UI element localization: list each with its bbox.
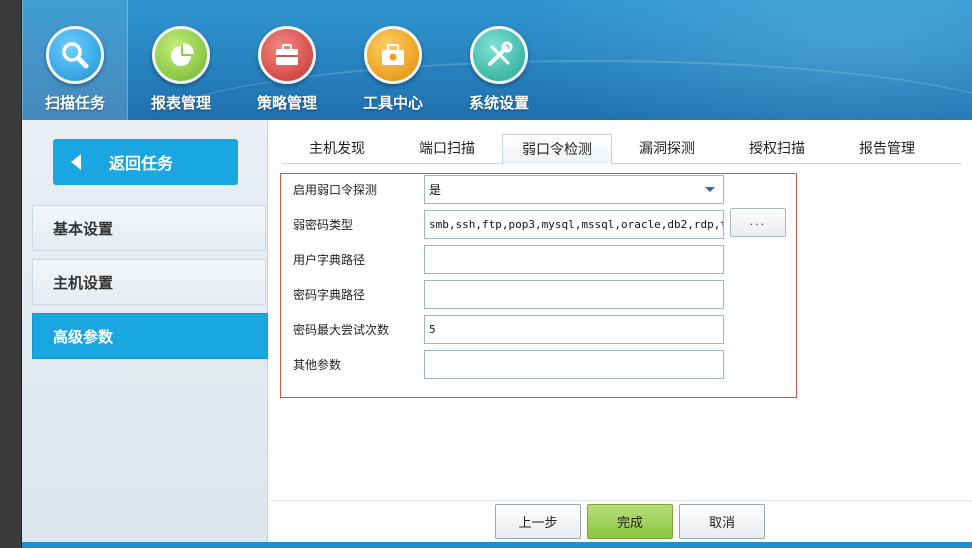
nav-item-policy[interactable]: 策略管理 (234, 0, 340, 120)
other-params-input[interactable] (424, 349, 724, 379)
user-dict-input[interactable] (424, 244, 724, 274)
search-icon (46, 26, 104, 84)
enable-value: 是 (429, 182, 442, 197)
sidebar-item-host-settings[interactable]: 主机设置 (32, 259, 266, 305)
form-row: 弱密码类型 smb,ssh,ftp,pop3,mysql,mssql,oracl… (293, 209, 724, 239)
weak-password-panel: 启用弱口令探测 是 弱密码类型 smb,ssh,ftp,pop3,mysql,m… (280, 173, 797, 398)
sidebar-item-basic-settings[interactable]: 基本设置 (32, 205, 266, 251)
sidebar-item-advanced-params[interactable]: 高级参数 (32, 313, 281, 359)
nav-item-report[interactable]: 报表管理 (128, 0, 234, 120)
top-header: 扫描任务 报表管理 策略管理 工具中心 系统设置 (22, 0, 972, 120)
tab-port-scan[interactable]: 端口扫描 (392, 134, 502, 164)
toolbox-icon (364, 26, 422, 84)
tab-bar: 主机发现 端口扫描 弱口令检测 漏洞探测 授权扫描 报告管理 (282, 134, 962, 165)
nav-item-scan-task[interactable]: 扫描任务 (22, 0, 128, 120)
tools-icon (470, 26, 528, 84)
chevron-down-icon (705, 186, 715, 192)
enable-label: 启用弱口令探测 (293, 182, 378, 197)
nav-item-tools[interactable]: 工具中心 (340, 0, 446, 120)
enable-select[interactable]: 是 (424, 174, 724, 204)
tab-vuln-probe[interactable]: 漏洞探测 (612, 134, 722, 164)
nav-item-settings[interactable]: 系统设置 (446, 0, 552, 120)
user-dict-label: 用户字典路径 (293, 252, 366, 267)
nav-label: 扫描任务 (44, 94, 105, 112)
sidebar-item-label: 基本设置 (53, 219, 114, 238)
back-button-label: 返回任务 (109, 154, 174, 173)
prev-step-button[interactable]: 上一步 (495, 504, 581, 539)
sidebar-item-label: 主机设置 (53, 273, 114, 292)
nav-label: 工具中心 (362, 94, 423, 112)
back-to-task-button[interactable]: 返回任务 (53, 139, 238, 185)
nav-label: 报表管理 (150, 94, 211, 112)
window-edge (0, 0, 22, 548)
tab-report-management[interactable]: 报告管理 (832, 134, 942, 164)
tab-host-discovery[interactable]: 主机发现 (282, 134, 392, 164)
form-row: 用户字典路径 (293, 244, 724, 274)
form-row: 密码最大尝试次数 5 (293, 314, 724, 344)
finish-button[interactable]: 完成 (587, 504, 673, 539)
nav-label: 系统设置 (468, 94, 529, 112)
footer-bar: 上一步 完成 取消 (268, 500, 972, 542)
max-try-input[interactable]: 5 (424, 314, 724, 344)
form-row: 启用弱口令探测 是 (293, 174, 724, 204)
max-try-label: 密码最大尝试次数 (293, 322, 390, 337)
main-content: 主机发现 端口扫描 弱口令检测 漏洞探测 授权扫描 报告管理 启用弱口令探测 是… (268, 120, 972, 542)
arrow-left-icon (71, 154, 81, 170)
bottom-status-strip (22, 542, 972, 548)
briefcase-icon (258, 26, 316, 84)
password-type-browse-button[interactable]: ... (730, 208, 786, 237)
cancel-button[interactable]: 取消 (679, 504, 765, 539)
pass-dict-input[interactable] (424, 279, 724, 309)
sidebar-item-label: 高级参数 (53, 327, 114, 346)
main-nav: 扫描任务 报表管理 策略管理 工具中心 系统设置 (22, 0, 552, 120)
password-type-input[interactable]: smb,ssh,ftp,pop3,mysql,mssql,oracle,db2,… (424, 209, 724, 239)
sidebar: 返回任务 基本设置 主机设置 高级参数 (22, 120, 281, 542)
pass-dict-label: 密码字典路径 (293, 287, 366, 302)
nav-label: 策略管理 (256, 94, 317, 112)
form-row: 其他参数 (293, 349, 724, 379)
other-params-label: 其他参数 (293, 357, 342, 372)
password-type-label: 弱密码类型 (293, 217, 354, 232)
pie-chart-icon (152, 26, 210, 84)
tab-auth-scan[interactable]: 授权扫描 (722, 134, 832, 164)
tab-weak-password[interactable]: 弱口令检测 (502, 134, 612, 165)
form-row: 密码字典路径 (293, 279, 724, 309)
